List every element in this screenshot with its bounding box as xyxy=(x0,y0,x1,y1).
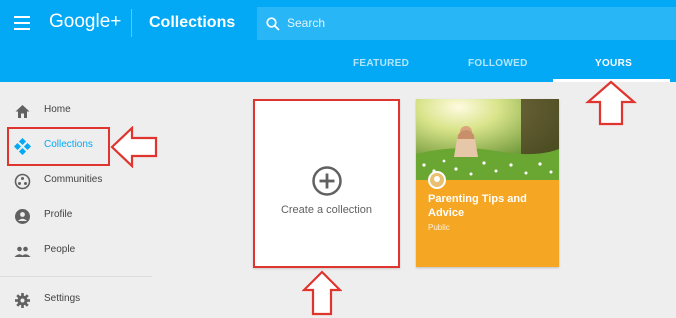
page-title: Collections xyxy=(149,14,236,31)
search-icon xyxy=(266,17,280,31)
sidebar-item-label: Home xyxy=(44,104,71,115)
create-collection-card[interactable]: Create a collection xyxy=(253,99,400,268)
collection-owner-avatar xyxy=(428,171,446,189)
sidebar-item-label: Settings xyxy=(44,293,81,304)
menu-icon[interactable] xyxy=(14,16,30,30)
up-arrow-annotation-create xyxy=(302,270,342,316)
app-header: Google+ Collections Search FEATURED FOLL… xyxy=(0,0,676,82)
tab-featured[interactable]: FEATURED xyxy=(353,58,409,69)
add-circle-icon xyxy=(312,166,342,196)
up-arrow-annotation-yours xyxy=(585,80,637,126)
sidebar-item-label: Communities xyxy=(44,174,103,185)
create-collection-label: Create a collection xyxy=(280,204,373,216)
tab-yours[interactable]: YOURS xyxy=(595,58,632,69)
left-arrow-annotation xyxy=(110,126,158,168)
brand-logo[interactable]: Google+ xyxy=(49,11,121,33)
sidebar-item-settings[interactable]: Settings xyxy=(0,285,150,315)
sidebar-item-profile[interactable]: Profile xyxy=(0,201,150,231)
sidebar-item-people[interactable]: People xyxy=(0,236,150,266)
home-icon xyxy=(15,105,30,118)
search-input[interactable]: Search xyxy=(287,16,325,30)
gear-icon xyxy=(15,293,30,308)
collection-cover-image xyxy=(416,99,559,180)
sidebar-item-label: Profile xyxy=(44,209,73,220)
communities-icon xyxy=(14,173,31,190)
search-bar[interactable]: Search xyxy=(257,7,676,40)
collection-title: Parenting Tips and Advice xyxy=(428,193,527,219)
collections-highlight-box xyxy=(7,127,110,166)
sidebar-item-label: People xyxy=(44,244,76,255)
people-icon xyxy=(14,246,31,257)
sidebar-divider xyxy=(0,276,152,277)
collection-visibility: Public xyxy=(428,223,450,232)
sidebar-item-communities[interactable]: Communities xyxy=(0,166,150,196)
tab-followed[interactable]: FOLLOWED xyxy=(468,58,528,69)
sidebar-item-home[interactable]: Home xyxy=(0,96,150,126)
header-divider xyxy=(131,9,132,37)
collection-card[interactable]: Parenting Tips and Advice Public xyxy=(416,99,559,267)
profile-icon xyxy=(15,209,30,224)
